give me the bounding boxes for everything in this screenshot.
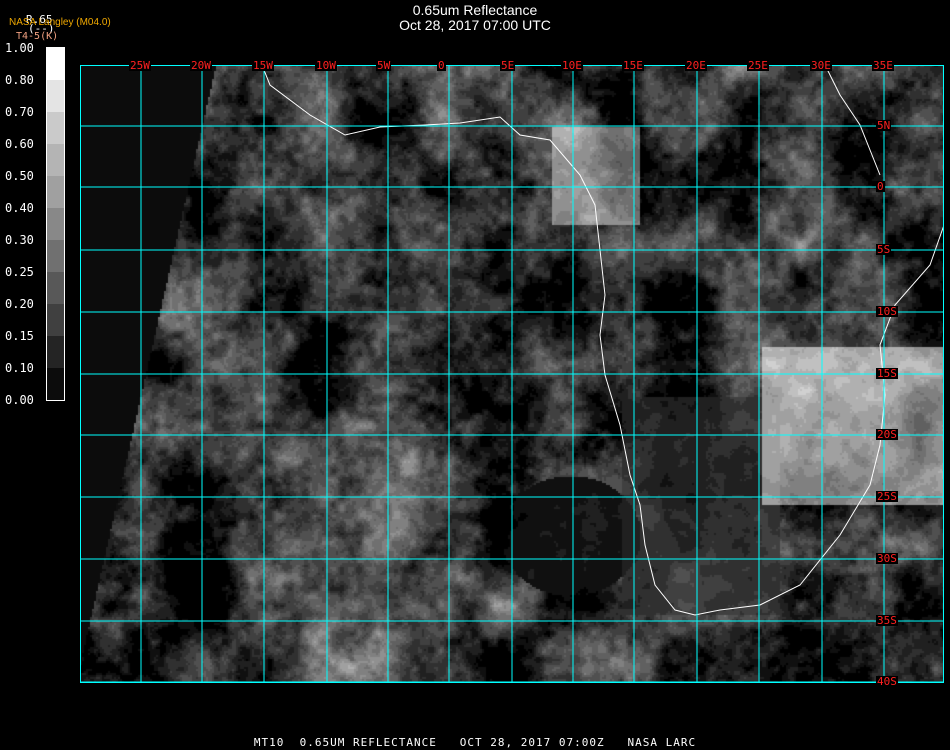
longitude-label: 5W (376, 59, 392, 72)
longitude-label: 30E (810, 59, 832, 72)
colorbar-label: 0.70 (5, 105, 34, 119)
longitude-label: 25W (129, 59, 151, 72)
colorbar-band (47, 144, 64, 176)
coastline-east (824, 65, 881, 176)
colorbar-band (47, 304, 64, 336)
longitude-label: 5E (500, 59, 516, 72)
latitude-label: 20S (876, 428, 898, 441)
colorbar-label: 1.00 (5, 41, 34, 55)
colorbar-band (47, 48, 64, 80)
image-title: 0.65um Reflectance Oct 28, 2017 07:00 UT… (0, 3, 950, 33)
colorbar-label: 0.00 (5, 393, 34, 407)
latitude-label: 0 (876, 180, 885, 193)
coastline (261, 65, 944, 616)
colorbar (46, 47, 65, 401)
colorbar-band (47, 272, 64, 304)
longitude-label: 20E (685, 59, 707, 72)
latitude-label: 5N (876, 119, 892, 132)
colorbar-label: 0.30 (5, 233, 34, 247)
map-overlay (80, 65, 944, 683)
colorbar-band (47, 80, 64, 112)
latitude-label: 10S (876, 305, 898, 318)
colorbar-band (47, 112, 64, 144)
title-datetime: Oct 28, 2017 07:00 UTC (399, 17, 551, 33)
colorbar-label: 0.50 (5, 169, 34, 183)
colorbar-band (47, 240, 64, 272)
colorbar-band (47, 208, 64, 240)
colorbar-label: 0.10 (5, 361, 34, 375)
footer-product: 0.65UM REFLECTANCE (299, 736, 437, 749)
colorbar-band (47, 368, 64, 400)
longitude-label: 0 (437, 59, 446, 72)
footer-satellite: MT10 (253, 736, 285, 749)
longitude-label: 15W (252, 59, 274, 72)
footer-source: NASA LARC (627, 736, 697, 749)
title-product: 0.65um Reflectance (412, 2, 538, 18)
organization-label: NASA Langley (M04.0) (9, 17, 111, 28)
colorbar-label: 0.20 (5, 297, 34, 311)
latitude-label: 15S (876, 367, 898, 380)
colorbar-label: 0.25 (5, 265, 34, 279)
colorbar-label: 0.60 (5, 137, 34, 151)
footer-caption: MT10 0.65UM REFLECTANCE OCT 28, 2017 07:… (0, 736, 950, 749)
longitude-label: 35E (872, 59, 894, 72)
latitude-label: 40S (876, 675, 898, 688)
colorbar-band (47, 176, 64, 208)
longitude-label: 15E (622, 59, 644, 72)
colorbar-label: 0.15 (5, 329, 34, 343)
latitude-label: 5S (876, 243, 892, 256)
latitude-label: 25S (876, 490, 898, 503)
footer-datetime: OCT 28, 2017 07:00Z (459, 736, 605, 749)
satellite-map (80, 65, 944, 683)
longitude-label: 20W (190, 59, 212, 72)
colorbar-label: 0.80 (5, 73, 34, 87)
colorbar-band (47, 336, 64, 368)
longitude-label: 10E (561, 59, 583, 72)
latitude-label: 35S (876, 614, 898, 627)
latitude-label: 30S (876, 552, 898, 565)
longitude-label: 25E (747, 59, 769, 72)
colorbar-label: 0.40 (5, 201, 34, 215)
longitude-label: 10W (315, 59, 337, 72)
